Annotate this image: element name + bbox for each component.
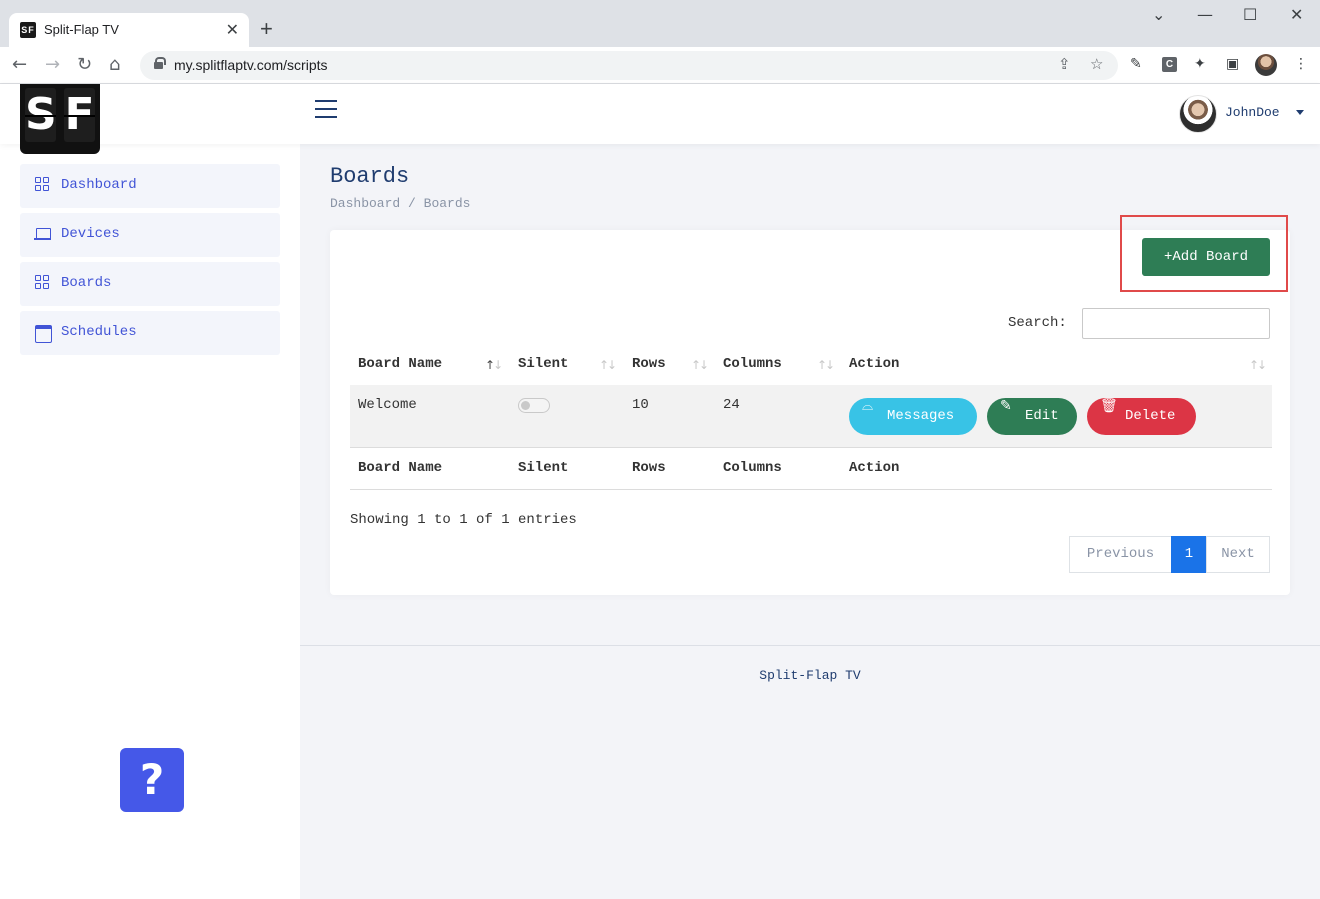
delete-label: Delete [1125, 408, 1176, 424]
sort-icon[interactable]: ↑↓ [599, 358, 617, 372]
grid-icon [35, 275, 50, 290]
calendar-icon [35, 324, 52, 343]
column-header-action[interactable]: Action [849, 356, 899, 372]
extension-c-icon[interactable]: C [1162, 57, 1177, 72]
hamburger-menu-icon[interactable] [315, 100, 337, 120]
app-root: JohnDoe S F Dashboard Devices Boards Sch… [0, 84, 1320, 899]
search-label: Search: [1008, 315, 1067, 331]
user-name[interactable]: JohnDoe [1225, 105, 1280, 120]
home-icon[interactable]: ⌂ [109, 54, 120, 75]
messages-button[interactable]: ⌓ Messages [849, 398, 977, 435]
bookmark-star-icon[interactable]: ☆ [1090, 55, 1103, 73]
lock-icon [154, 57, 166, 69]
help-button[interactable]: ? [120, 748, 184, 812]
extensions-puzzle-icon[interactable]: ✦ [1194, 56, 1206, 72]
top-navbar: JohnDoe [0, 84, 1320, 144]
entries-info: Showing 1 to 1 of 1 entries [350, 512, 577, 528]
silent-toggle[interactable] [518, 398, 550, 413]
footer-header-silent: Silent [518, 460, 569, 476]
close-tab-icon[interactable]: ✕ [226, 20, 239, 40]
user-dropdown-caret-icon[interactable] [1296, 110, 1304, 115]
sidebar-item-devices[interactable]: Devices [20, 213, 280, 257]
page-title: Boards [330, 164, 410, 189]
sidebar-item-label: Schedules [61, 324, 137, 340]
delete-button[interactable]: 🗑 Delete [1087, 398, 1196, 435]
column-header-rows[interactable]: Rows [632, 356, 666, 372]
window-close-button[interactable]: ✕ [1290, 5, 1303, 24]
sort-asc-icon[interactable]: ↑↓ [485, 358, 503, 372]
breadcrumb-dashboard-link[interactable]: Dashboard [330, 196, 400, 211]
browser-tab-bar: SF Split-Flap TV ✕ + ⌄ — ☐ ✕ [0, 0, 1320, 47]
footer-header-board-name: Board Name [358, 460, 443, 476]
footer-text: Split-Flap TV [759, 668, 861, 683]
new-tab-button[interactable]: + [260, 18, 273, 40]
cell-rows: 10 [632, 397, 649, 413]
sidebar-item-label: Devices [61, 226, 120, 242]
minimize-button[interactable]: — [1197, 5, 1213, 24]
sort-icon[interactable]: ↑↓ [691, 358, 709, 372]
footer-header-columns: Columns [723, 460, 782, 476]
cell-board-name: Welcome [358, 397, 417, 413]
browser-toolbar: ← → ↻ ⌂ my.splitflaptv.com/scripts ⇪ ☆ ✎… [0, 47, 1320, 84]
column-header-silent[interactable]: Silent [518, 356, 568, 372]
column-header-columns[interactable]: Columns [723, 356, 782, 372]
sidebar-item-dashboard[interactable]: Dashboard [20, 164, 280, 208]
trash-icon: 🗑 [1100, 398, 1118, 414]
breadcrumb: Dashboard / Boards [330, 196, 470, 211]
messages-label: Messages [887, 408, 955, 424]
footer-header-rows: Rows [632, 460, 666, 476]
maximize-button[interactable]: ☐ [1243, 5, 1257, 24]
favicon-icon: SF [20, 22, 36, 38]
sidebar-item-label: Dashboard [61, 177, 137, 193]
footer-header-action: Action [849, 460, 900, 476]
sort-icon[interactable]: ↑↓ [817, 358, 835, 372]
forward-icon[interactable]: → [45, 54, 60, 75]
address-bar[interactable]: my.splitflaptv.com/scripts ⇪ ☆ [140, 51, 1118, 80]
column-header-board-name[interactable]: Board Name [358, 356, 442, 372]
logo-letter-s: S [25, 88, 57, 142]
footer-divider [300, 645, 1320, 646]
user-avatar[interactable] [1179, 95, 1217, 133]
tab-title: Split-Flap TV [44, 22, 119, 37]
profile-avatar-icon[interactable] [1255, 54, 1277, 76]
side-panel-icon[interactable]: ▣ [1226, 56, 1239, 72]
sidebar-item-boards[interactable]: Boards [20, 262, 280, 306]
cell-columns: 24 [723, 397, 740, 413]
url-text: my.splitflaptv.com/scripts [174, 57, 328, 73]
inbox-icon: ⌓ [862, 398, 874, 414]
reload-icon[interactable]: ↻ [77, 54, 92, 75]
sidebar-item-schedules[interactable]: Schedules [20, 311, 280, 355]
more-menu-icon[interactable]: ⋮ [1294, 56, 1308, 72]
browser-tab[interactable]: SF Split-Flap TV ✕ [9, 13, 249, 47]
edit-label: Edit [1025, 408, 1059, 424]
sidebar-item-label: Boards [61, 275, 112, 291]
boards-card: +Add Board Search: Board Name ↑↓ Silent … [330, 215, 1290, 595]
divider [350, 447, 1272, 448]
back-icon[interactable]: ← [12, 54, 27, 75]
divider [350, 489, 1272, 490]
sort-icon[interactable]: ↑↓ [1249, 358, 1267, 372]
breadcrumb-current: Boards [423, 196, 471, 211]
eyedropper-icon[interactable]: ✎ [1130, 56, 1142, 72]
edit-button[interactable]: ✎ Edit [987, 398, 1077, 435]
grid-icon [35, 177, 50, 192]
pagination-page-1[interactable]: 1 [1171, 536, 1207, 573]
share-icon[interactable]: ⇪ [1058, 55, 1071, 73]
chevron-down-icon[interactable]: ⌄ [1152, 5, 1165, 24]
logo[interactable]: S F [20, 84, 100, 154]
search-input[interactable] [1082, 308, 1270, 339]
pagination-previous[interactable]: Previous [1069, 536, 1172, 573]
logo-letter-f: F [64, 88, 95, 142]
pencil-icon: ✎ [1000, 398, 1012, 414]
laptop-icon [34, 226, 51, 241]
pagination-next[interactable]: Next [1206, 536, 1270, 573]
add-board-button[interactable]: +Add Board [1142, 238, 1270, 276]
breadcrumb-separator: / [408, 196, 416, 211]
